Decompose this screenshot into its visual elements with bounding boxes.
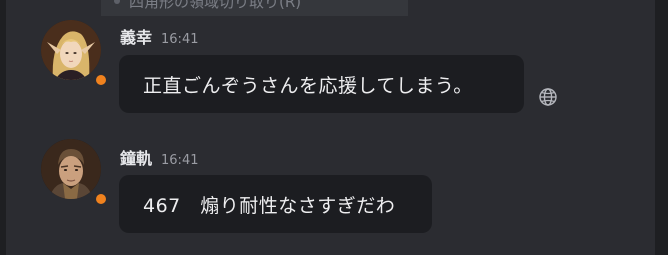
context-menu: 四角形の領域切り取り(R) — [101, 0, 408, 16]
message-header: 鐘軌 16:41 — [120, 145, 198, 169]
message-header: 義幸 16:41 — [120, 24, 198, 48]
message-text: 正直ごんぞうさんを応援してしまう。 — [143, 74, 473, 97]
username[interactable]: 鐘軌 — [120, 145, 152, 169]
avatar-elf-icon — [41, 20, 101, 80]
chat-message: 義幸 16:41 正直ごんぞうさんを応援してしまう。 — [0, 20, 655, 120]
translate-button[interactable] — [537, 86, 559, 108]
message-bubble: 467 煽り耐性なさすぎだわ — [119, 175, 432, 233]
status-indicator — [96, 75, 106, 85]
globe-icon — [539, 88, 557, 106]
avatar[interactable] — [41, 139, 101, 199]
message-bubble: 正直ごんぞうさんを応援してしまう。 — [119, 55, 524, 113]
username[interactable]: 義幸 — [120, 24, 152, 48]
context-menu-item-label: 四角形の領域切り取り(R) — [129, 0, 302, 11]
status-indicator — [96, 194, 106, 204]
avatar-soldier-icon — [41, 139, 101, 199]
timestamp: 16:41 — [161, 153, 199, 168]
scrollbar-track[interactable] — [655, 0, 668, 255]
menu-bullet-icon — [114, 0, 120, 4]
context-menu-item[interactable]: 四角形の領域切り取り(R) — [101, 0, 301, 11]
timestamp: 16:41 — [161, 32, 199, 47]
chat-message: 鐘軌 16:41 467 煽り耐性なさすぎだわ — [0, 135, 655, 240]
avatar[interactable] — [41, 20, 101, 80]
message-text: 467 煽り耐性なさすぎだわ — [143, 194, 396, 217]
